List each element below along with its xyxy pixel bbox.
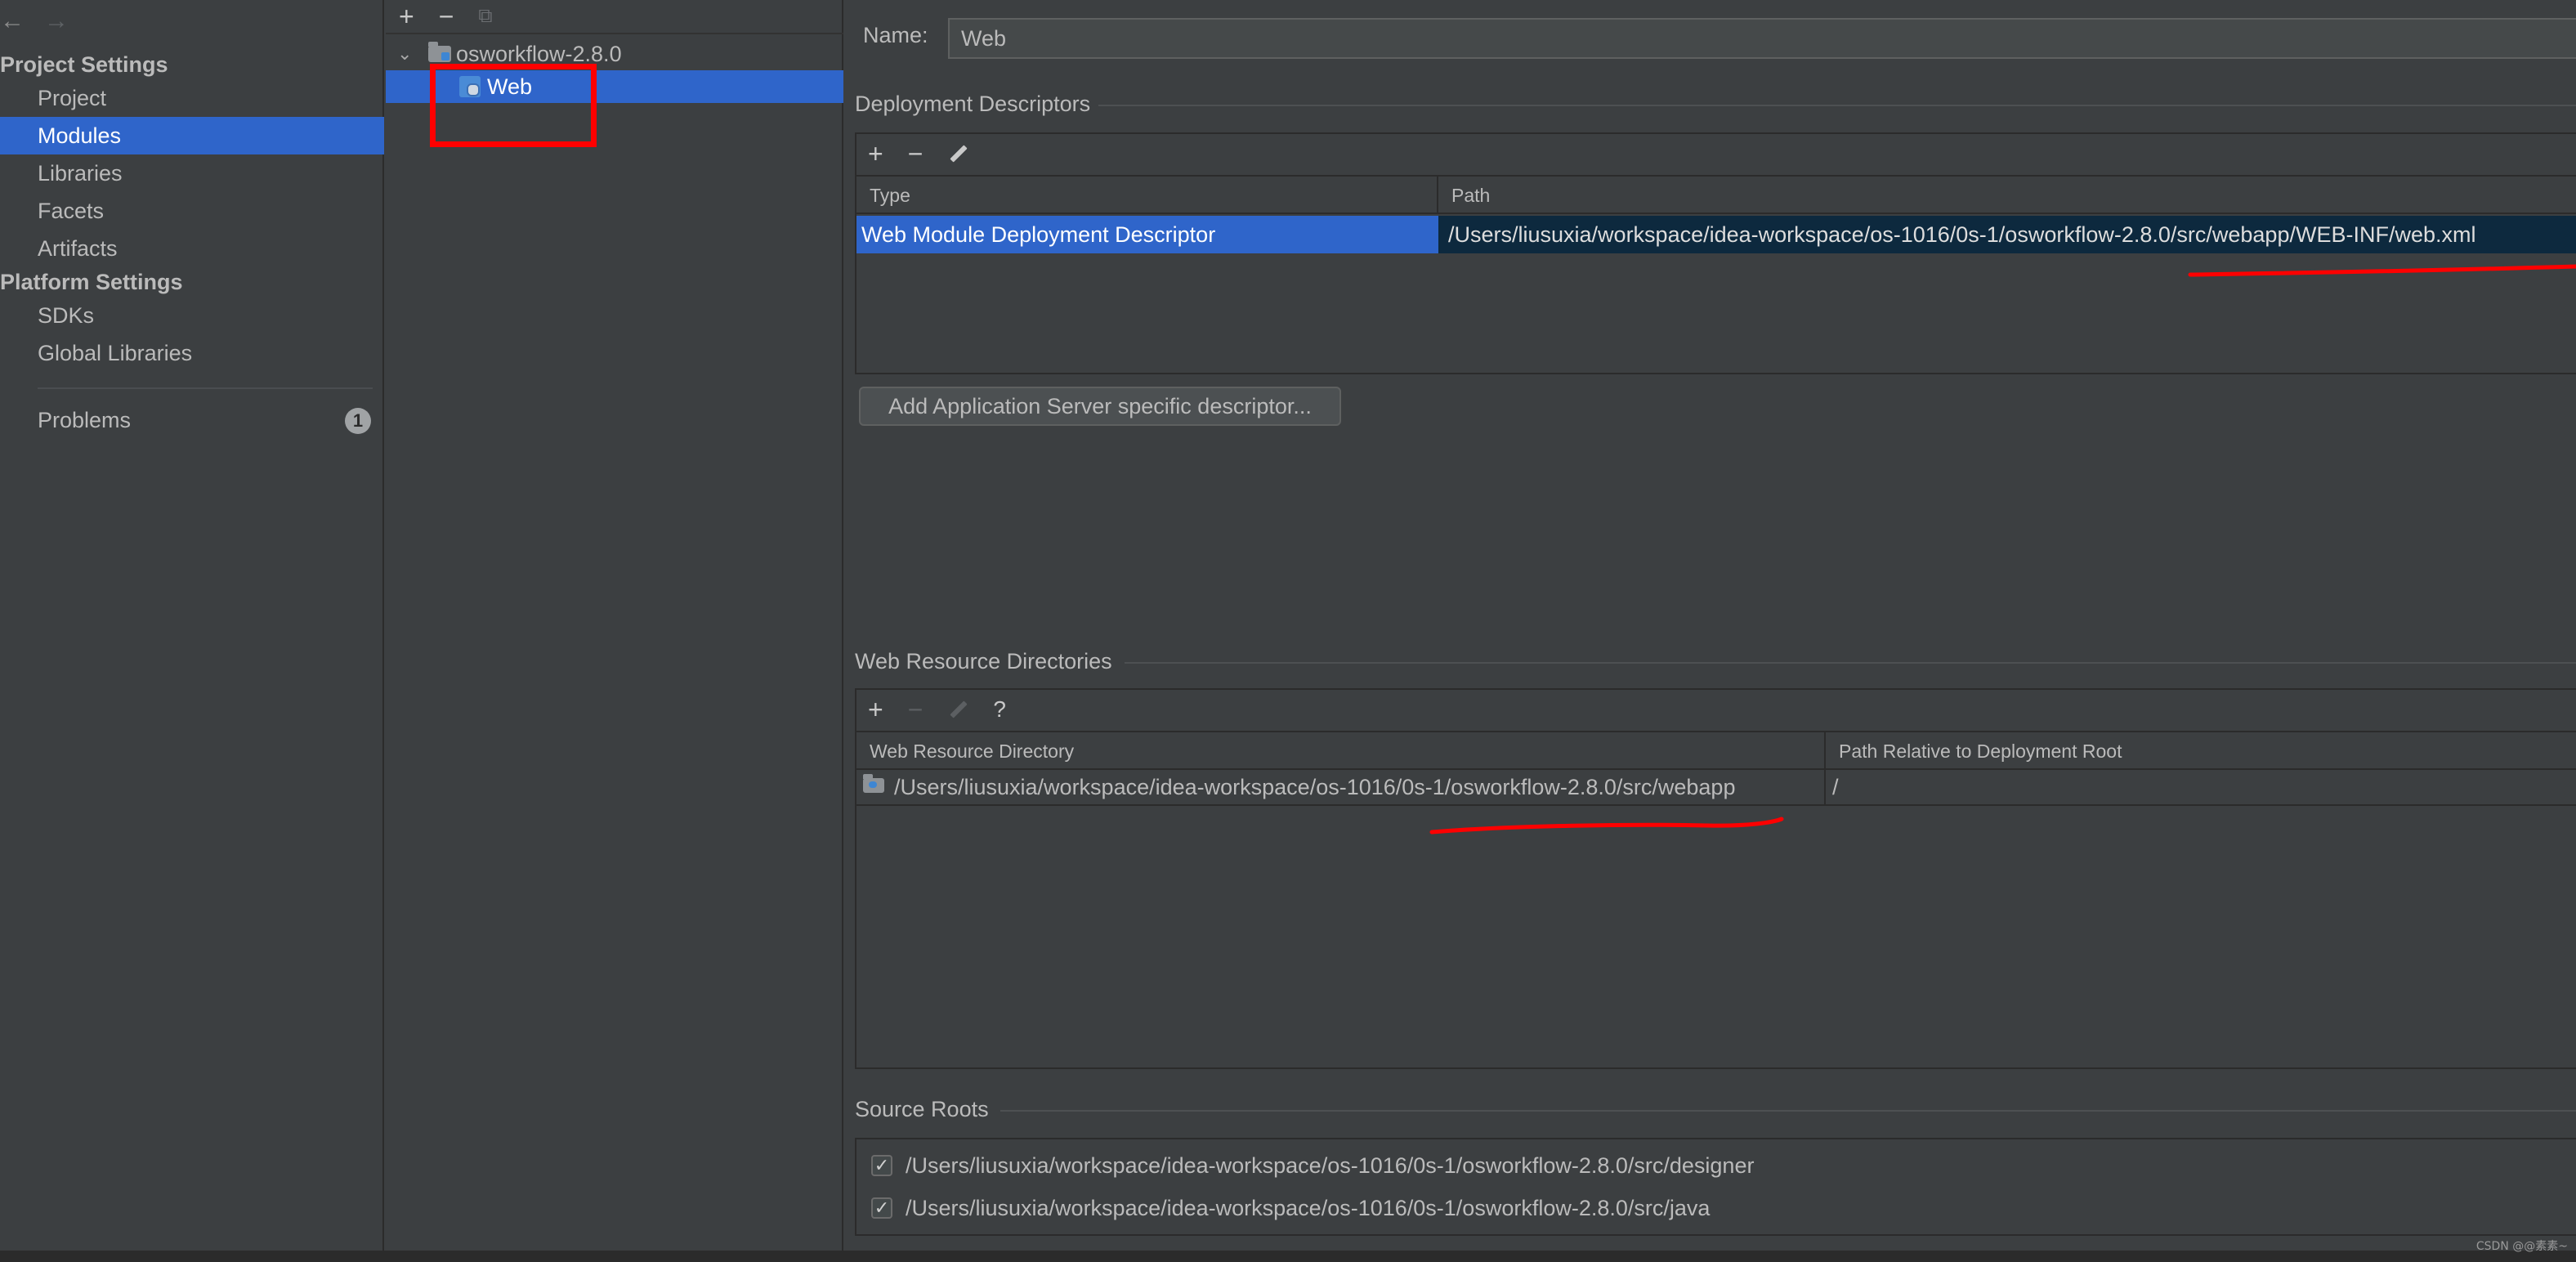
web-resource-directory-cell: /Users/liusuxia/workspace/idea-workspace… <box>894 775 1736 799</box>
descriptor-table-header: Type Path <box>856 175 2576 214</box>
help-icon[interactable]: ? <box>993 696 1006 723</box>
column-header-web-resource-directory[interactable]: Web Resource Directory <box>856 732 1826 770</box>
group-divider <box>1000 1110 2576 1112</box>
descriptor-type-cell[interactable]: Web Module Deployment Descriptor <box>856 216 1438 253</box>
sidebar-item-libraries[interactable]: Libraries <box>0 154 384 192</box>
column-header-relative-path[interactable]: Path Relative to Deployment Root <box>1826 732 2576 770</box>
add-descriptor-icon[interactable]: + <box>868 139 883 169</box>
column-header-type[interactable]: Type <box>856 177 1438 214</box>
web-folder-icon <box>863 774 884 793</box>
sidebar-item-project[interactable]: Project <box>0 79 384 117</box>
tree-toolbar: + − ⧉ <box>386 0 843 34</box>
edit-descriptor-icon[interactable] <box>947 143 968 164</box>
group-divider <box>1098 105 2576 106</box>
problems-count-badge: 1 <box>345 408 371 434</box>
source-roots-title: Source Roots <box>855 1097 989 1121</box>
remove-descriptor-icon[interactable]: − <box>908 139 924 169</box>
source-roots-panel: ✓ /Users/liusuxia/workspace/idea-workspa… <box>855 1138 2576 1236</box>
web-resource-directories-title: Web Resource Directories <box>855 649 1112 674</box>
web-resource-panel: + − ? Web Resource Directory Path Relati… <box>855 688 2576 1069</box>
add-server-descriptor-button[interactable]: Add Application Server specific descript… <box>859 387 1341 426</box>
name-field[interactable]: Web <box>948 18 2576 59</box>
watermark: CSDN @@素素~ <box>2475 1240 2568 1253</box>
source-root-path: /Users/liusuxia/workspace/idea-workspace… <box>906 1153 1755 1178</box>
remove-resource-icon[interactable]: − <box>908 695 924 725</box>
navigation-arrows: ← → <box>0 5 69 38</box>
sidebar-item-global-libraries[interactable]: Global Libraries <box>0 334 384 372</box>
deployment-descriptors-title: Deployment Descriptors <box>855 92 1091 116</box>
sidebar-item-artifacts[interactable]: Artifacts <box>0 230 384 267</box>
annotation-highlight-box <box>430 64 597 147</box>
deployment-descriptors-panel: + − Type Path Web Module Deployment Desc… <box>855 132 2576 374</box>
source-root-path: /Users/liusuxia/workspace/idea-workspace… <box>906 1196 1711 1220</box>
problems-label: Problems <box>38 408 132 432</box>
add-resource-icon[interactable]: + <box>868 695 883 725</box>
source-root-checkbox[interactable]: ✓ <box>871 1197 892 1219</box>
forward-arrow-icon[interactable]: → <box>44 7 69 35</box>
web-facet-settings: Name: Web Deployment Descriptors + − Typ… <box>845 0 2576 1262</box>
web-resource-toolbar: + − ? <box>856 690 1006 729</box>
sidebar-item-facets[interactable]: Facets <box>0 192 384 230</box>
edit-resource-icon[interactable] <box>947 699 968 720</box>
sidebar-item-sdks[interactable]: SDKs <box>0 297 384 334</box>
settings-sidebar: ← → Project Settings Project Modules Lib… <box>0 0 384 1262</box>
web-resource-table-header: Web Resource Directory Path Relative to … <box>856 731 2576 770</box>
descriptor-path-cell[interactable]: /Users/liusuxia/workspace/idea-workspace… <box>1438 216 2576 253</box>
group-divider <box>1125 662 2576 664</box>
copy-module-icon[interactable]: ⧉ <box>478 5 492 28</box>
table-row[interactable]: /Users/liusuxia/workspace/idea-workspace… <box>856 768 1826 806</box>
back-arrow-icon[interactable]: ← <box>0 7 25 35</box>
platform-settings-heading: Platform Settings <box>0 270 183 294</box>
source-root-checkbox[interactable]: ✓ <box>871 1155 892 1176</box>
add-module-icon[interactable]: + <box>399 2 414 32</box>
expand-chevron-icon[interactable]: ⌄ <box>397 38 412 70</box>
sidebar-item-modules[interactable]: Modules <box>0 117 384 154</box>
module-folder-icon <box>428 42 451 62</box>
sidebar-divider <box>38 387 373 389</box>
descriptor-toolbar: + − <box>856 134 968 173</box>
sidebar-item-problems[interactable]: Problems 1 <box>0 401 384 439</box>
name-label: Name: <box>863 23 928 47</box>
module-tree-panel: + − ⧉ ⌄ osworkflow-2.8.0 Web <box>386 0 843 1262</box>
status-bar <box>0 1251 2576 1262</box>
column-header-path[interactable]: Path <box>1438 177 2576 214</box>
remove-module-icon[interactable]: − <box>439 2 454 32</box>
project-settings-heading: Project Settings <box>0 52 168 77</box>
relative-path-cell[interactable]: / <box>1826 768 2576 806</box>
